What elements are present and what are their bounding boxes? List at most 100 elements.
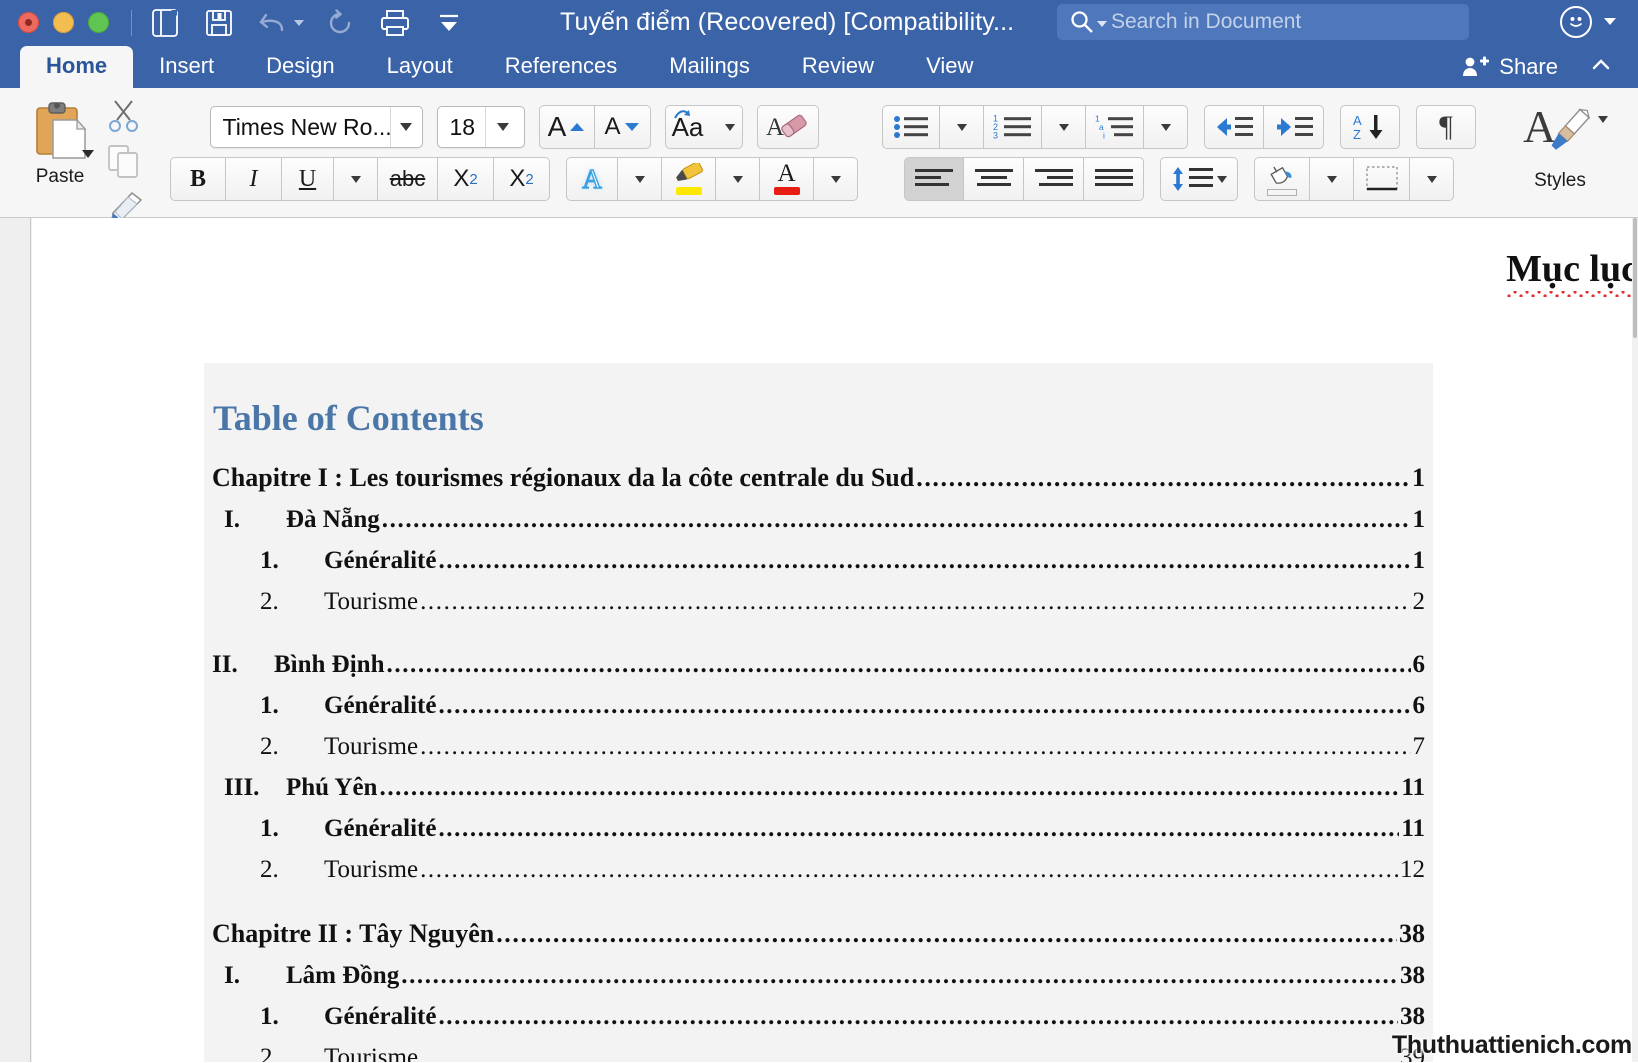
tab-review[interactable]: Review bbox=[776, 46, 900, 88]
align-center-button[interactable] bbox=[964, 157, 1024, 201]
strikethrough-button[interactable]: abc bbox=[378, 157, 438, 201]
tab-view[interactable]: View bbox=[900, 46, 999, 88]
table-of-contents[interactable]: Table of Contents Chapitre I : Les touri… bbox=[204, 363, 1433, 1062]
change-case-caret[interactable] bbox=[725, 123, 736, 131]
align-left-button[interactable] bbox=[904, 157, 964, 201]
toc-entry[interactable]: Chapitre I : Les tourismes régionaux da … bbox=[212, 463, 1425, 493]
paste-button[interactable]: Paste bbox=[16, 88, 104, 188]
toc-entry[interactable]: 1. Généralité ..........................… bbox=[212, 692, 1425, 720]
underline-button[interactable]: U bbox=[282, 157, 334, 201]
toc-entry[interactable]: Chapitre II : Tây Nguyên ...............… bbox=[212, 919, 1425, 949]
sort-az-icon: A Z bbox=[1353, 113, 1383, 142]
line-spacing-caret[interactable] bbox=[1217, 175, 1227, 183]
styles-dropdown-caret[interactable] bbox=[1598, 116, 1608, 123]
toc-entry[interactable]: III. Phú Yên ...........................… bbox=[212, 774, 1425, 802]
cut-button[interactable] bbox=[104, 98, 144, 139]
toc-entry[interactable]: 2. Tourisme ............................… bbox=[212, 588, 1425, 616]
clear-formatting-button[interactable]: A bbox=[756, 105, 819, 149]
text-effects-button[interactable]: A bbox=[566, 157, 618, 201]
tab-home[interactable]: Home bbox=[20, 46, 134, 88]
toc-entry[interactable]: 1. Généralité ..........................… bbox=[212, 547, 1425, 575]
save-icon[interactable] bbox=[202, 6, 236, 40]
document-area[interactable]: Mục lục Table of Contents Chapitre I : L… bbox=[0, 218, 1638, 1062]
toc-entry[interactable]: 2. Tourisme ............................… bbox=[212, 856, 1425, 884]
tab-mailings[interactable]: Mailings bbox=[643, 46, 776, 88]
borders-dropdown[interactable] bbox=[1410, 157, 1454, 201]
grow-font-button[interactable]: A bbox=[538, 105, 595, 149]
maximize-window-button[interactable] bbox=[88, 12, 109, 33]
shading-dropdown[interactable] bbox=[1310, 157, 1354, 201]
font-name-combobox[interactable]: Times New Ro... bbox=[209, 106, 423, 148]
redo-icon[interactable] bbox=[324, 6, 358, 40]
superscript-digit: 2 bbox=[525, 170, 534, 188]
highlight-button[interactable] bbox=[662, 157, 716, 201]
toc-entry-page: 38 bbox=[1399, 919, 1425, 948]
minimize-window-button[interactable] bbox=[53, 12, 74, 33]
share-button[interactable]: Share bbox=[1462, 54, 1558, 80]
vertical-scrollbar[interactable] bbox=[1632, 218, 1638, 1062]
borders-button[interactable] bbox=[1354, 157, 1410, 201]
line-spacing-button[interactable] bbox=[1160, 157, 1238, 201]
toc-entry[interactable]: 1. Généralité ..........................… bbox=[212, 815, 1425, 843]
scrollbar-thumb[interactable] bbox=[1633, 218, 1637, 338]
font-size-combobox[interactable]: 18 bbox=[436, 106, 525, 148]
highlight-dropdown[interactable] bbox=[716, 157, 760, 201]
print-icon[interactable] bbox=[378, 6, 412, 40]
customize-toolbar-icon[interactable] bbox=[432, 6, 466, 40]
toc-entry[interactable]: I. Lâm Đồng ............................… bbox=[212, 962, 1425, 990]
toc-entry[interactable]: 2. Tourisme ............................… bbox=[212, 733, 1425, 761]
superscript-button[interactable]: X2 bbox=[494, 157, 550, 201]
numbering-dropdown[interactable] bbox=[1042, 105, 1086, 149]
text-effects-dropdown[interactable] bbox=[618, 157, 662, 201]
paste-dropdown-caret[interactable] bbox=[82, 150, 94, 158]
justify-button[interactable] bbox=[1084, 157, 1144, 201]
bullets-dropdown[interactable] bbox=[940, 105, 984, 149]
multilevel-list-dropdown[interactable] bbox=[1144, 105, 1188, 149]
increase-indent-button[interactable] bbox=[1264, 105, 1324, 149]
indent-buttons bbox=[1204, 105, 1324, 149]
account-dropdown-caret[interactable] bbox=[1604, 18, 1616, 25]
undo-icon[interactable] bbox=[256, 6, 290, 40]
show-formatting-marks-button[interactable]: ¶ bbox=[1416, 105, 1476, 149]
copy-button[interactable] bbox=[104, 143, 144, 186]
styles-pane-button[interactable]: ¶ StylesPane bbox=[1624, 88, 1638, 214]
sidebar-toggle-icon[interactable] bbox=[148, 6, 182, 40]
toc-entry[interactable]: I. Đà Nẵng .............................… bbox=[212, 506, 1425, 534]
tab-design[interactable]: Design bbox=[240, 46, 360, 88]
align-right-button[interactable] bbox=[1024, 157, 1084, 201]
toc-entry[interactable]: 2. Tourisme ............................… bbox=[212, 1044, 1425, 1062]
toc-entry[interactable]: II. Bình Định ..........................… bbox=[212, 651, 1425, 679]
font-color-button[interactable]: A bbox=[760, 157, 814, 201]
tab-references[interactable]: References bbox=[479, 46, 644, 88]
document-page[interactable]: Mục lục Table of Contents Chapitre I : L… bbox=[32, 218, 1638, 1062]
numbering-button[interactable]: 1 2 3 bbox=[984, 105, 1042, 149]
sort-button[interactable]: A Z bbox=[1340, 105, 1400, 149]
search-box[interactable]: Search in Document bbox=[1057, 4, 1469, 40]
search-input[interactable]: Search in Document bbox=[1111, 10, 1301, 34]
decrease-indent-button[interactable] bbox=[1204, 105, 1264, 149]
multilevel-list-button[interactable]: 1 a i bbox=[1086, 105, 1144, 149]
undo-dropdown-caret[interactable] bbox=[294, 19, 304, 26]
font-name-dropdown[interactable] bbox=[389, 107, 422, 147]
styles-button[interactable]: A Styles bbox=[1510, 88, 1610, 192]
tab-insert[interactable]: Insert bbox=[133, 46, 240, 88]
change-case-button[interactable]: Aa bbox=[664, 105, 743, 149]
subscript-button[interactable]: X2 bbox=[438, 157, 494, 201]
tab-layout[interactable]: Layout bbox=[361, 46, 479, 88]
case-arrow-icon bbox=[674, 110, 691, 119]
font-size-dropdown[interactable] bbox=[485, 107, 519, 147]
font-color-dropdown[interactable] bbox=[814, 157, 858, 201]
toc-entry[interactable]: 1. Généralité ..........................… bbox=[212, 1003, 1425, 1031]
search-options-caret[interactable] bbox=[1097, 21, 1107, 27]
underline-dropdown[interactable] bbox=[334, 157, 378, 201]
collapse-ribbon-chevron-icon[interactable] bbox=[1590, 54, 1612, 76]
bullets-button[interactable] bbox=[882, 105, 940, 149]
toc-entry-number: 2. bbox=[260, 733, 279, 760]
undo-button[interactable] bbox=[256, 6, 304, 40]
italic-button[interactable]: I bbox=[226, 157, 282, 201]
shading-button[interactable] bbox=[1254, 157, 1310, 201]
smiley-face-icon[interactable] bbox=[1560, 6, 1592, 38]
shrink-font-button[interactable]: A bbox=[594, 105, 651, 149]
bold-button[interactable]: B bbox=[170, 157, 226, 201]
close-window-button[interactable] bbox=[18, 12, 39, 33]
